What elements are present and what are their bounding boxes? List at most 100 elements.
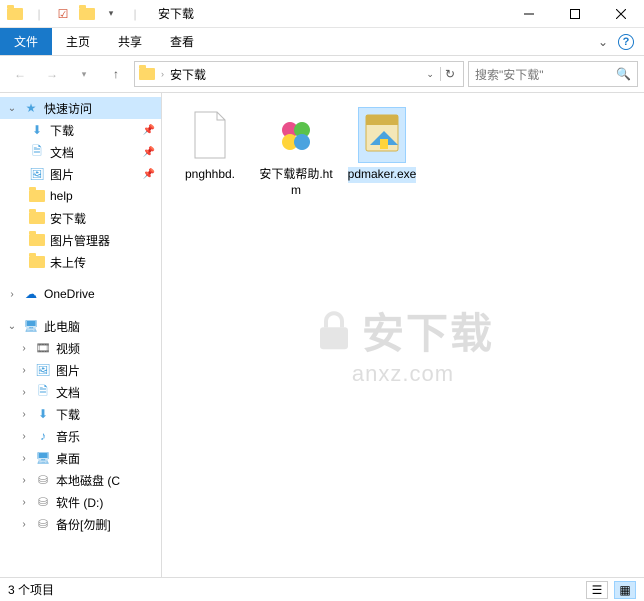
new-folder-icon[interactable] [76,3,98,25]
minimize-button[interactable] [506,0,552,28]
sidebar-item-documents[interactable]: 🗎 文档 📌 [0,141,161,163]
sidebar-item-label: 下载 [56,406,80,423]
sidebar-item-help[interactable]: help [0,185,161,207]
sidebar-item-label: 备份[勿删] [56,516,111,533]
tab-home[interactable]: 主页 [52,28,104,55]
folder-icon [28,209,46,227]
pin-icon: 📌 [143,147,155,158]
ribbon-tabs: 文件 主页 共享 查看 ⌄ ? [0,28,644,56]
qat-dropdown-icon[interactable]: ▾ [100,3,122,25]
view-icons-button[interactable]: ▦ [614,581,636,599]
sidebar-item-label: 下载 [50,122,74,139]
picture-icon: 🖼 [28,165,46,183]
pin-icon: 📌 [143,169,155,180]
search-input[interactable]: 搜索"安下载" 🔍 [468,61,638,87]
tab-view[interactable]: 查看 [156,28,208,55]
folder-icon[interactable] [4,3,26,25]
sidebar-item-downloads[interactable]: ⬇ 下载 📌 [0,119,161,141]
file-blank-icon [186,107,234,163]
video-icon: 🎞 [34,339,52,357]
sidebar-item-music[interactable]: ›♪ 音乐 [0,425,161,447]
sidebar-item-picmgr[interactable]: 图片管理器 [0,229,161,251]
sidebar-item-label: 图片 [50,166,74,183]
sidebar-item-anxiazai[interactable]: 安下载 [0,207,161,229]
star-icon: ★ [22,99,40,117]
sidebar-item-label: 未上传 [50,254,86,271]
sidebar-item-documents2[interactable]: ›🗎 文档 [0,381,161,403]
properties-icon[interactable]: ☑ [52,3,74,25]
sidebar-item-pictures2[interactable]: ›🖼 图片 [0,359,161,381]
sidebar-quick-access[interactable]: ⌄ ★ 快速访问 [0,97,161,119]
sidebar-item-label: 此电脑 [44,318,80,335]
address-path[interactable]: 安下载 [170,66,420,83]
chevron-right-icon[interactable]: › [6,289,18,300]
address-bar[interactable]: › 安下载 ⌄ ↻ [134,61,464,87]
window-title: 安下载 [158,5,194,22]
search-placeholder: 搜索"安下载" [475,66,544,83]
sidebar-item-label: 音乐 [56,428,80,445]
sidebar-item-desktop[interactable]: ›🖥 桌面 [0,447,161,469]
sidebar-thispc[interactable]: ⌄ 🖥 此电脑 [0,315,161,337]
sidebar-item-disk-d[interactable]: ›⛁ 软件 (D:) [0,491,161,513]
maximize-button[interactable] [552,0,598,28]
sidebar-item-disk-backup[interactable]: ›⛁ 备份[勿删] [0,513,161,535]
tab-share[interactable]: 共享 [104,28,156,55]
onedrive-icon: ☁ [22,285,40,303]
sidebar-item-disk-c[interactable]: ›⛁ 本地磁盘 (C [0,469,161,491]
sidebar-item-label: 本地磁盘 (C [56,472,120,489]
close-button[interactable] [598,0,644,28]
search-icon[interactable]: 🔍 [616,67,631,81]
nav-forward-button[interactable]: → [38,60,66,88]
sidebar-onedrive[interactable]: › ☁ OneDrive [0,283,161,305]
sidebar-item-downloads2[interactable]: ›⬇ 下载 [0,403,161,425]
status-item-count: 3 个项目 [8,581,54,598]
ribbon-expand-icon[interactable]: ⌄ [598,35,608,49]
sidebar-item-label: 文档 [56,384,80,401]
download-icon: ⬇ [34,405,52,423]
sidebar-item-label: 快速访问 [44,100,92,117]
folder-icon [28,187,46,205]
sidebar-item-label: OneDrive [44,287,95,301]
disk-icon: ⛁ [34,471,52,489]
status-bar: 3 个项目 ☰ ▦ [0,577,644,601]
file-item[interactable]: pdmaker.exe [344,107,420,183]
sidebar-item-label: 文档 [50,144,74,161]
nav-up-button[interactable]: ↑ [102,60,130,88]
sidebar-item-label: 图片管理器 [50,232,110,249]
view-details-button[interactable]: ☰ [586,581,608,599]
sidebar-item-label: 安下载 [50,210,86,227]
help-icon[interactable]: ? [618,34,634,50]
file-label: 安下载帮助.htm [258,167,334,198]
tab-file[interactable]: 文件 [0,28,52,55]
picture-icon: 🖼 [34,361,52,379]
file-label: pnghhbd. [185,167,235,183]
music-icon: ♪ [34,427,52,445]
main-content: ⌄ ★ 快速访问 ⬇ 下载 📌 🗎 文档 📌 🖼 图片 📌 help 安下载 [0,92,644,577]
address-folder-icon [139,68,155,80]
address-dropdown-icon[interactable]: ⌄ [426,69,434,80]
sidebar-item-label: help [50,189,73,203]
address-row: ← → ▾ ↑ › 安下载 ⌄ ↻ 搜索"安下载" 🔍 [0,56,644,92]
nav-back-button[interactable]: ← [6,60,34,88]
sidebar-item-videos[interactable]: ›🎞 视频 [0,337,161,359]
watermark-url: anxz.com [312,361,494,387]
pc-icon: 🖥 [22,317,40,335]
navigation-pane[interactable]: ⌄ ★ 快速访问 ⬇ 下载 📌 🗎 文档 📌 🖼 图片 📌 help 安下载 [0,93,162,577]
sidebar-item-notuploaded[interactable]: 未上传 [0,251,161,273]
sidebar-item-pictures[interactable]: 🖼 图片 📌 [0,163,161,185]
chevron-down-icon[interactable]: ⌄ [6,321,18,332]
watermark-text: 安下载 [362,300,494,361]
download-icon: ⬇ [28,121,46,139]
qat-separator: | [28,3,50,25]
file-list[interactable]: 安下载 anxz.com pnghhbd. 安下载帮助.htm pdmaker.… [162,93,644,577]
file-item[interactable]: pnghhbd. [172,107,248,183]
sidebar-item-label: 图片 [56,362,80,379]
file-item[interactable]: 安下载帮助.htm [258,107,334,198]
nav-recent-dropdown[interactable]: ▾ [70,60,98,88]
window-controls [506,0,644,28]
disk-icon: ⛁ [34,515,52,533]
refresh-icon[interactable]: ↻ [440,67,459,81]
chevron-down-icon[interactable]: ⌄ [6,103,18,114]
disk-icon: ⛁ [34,493,52,511]
desktop-icon: 🖥 [34,449,52,467]
